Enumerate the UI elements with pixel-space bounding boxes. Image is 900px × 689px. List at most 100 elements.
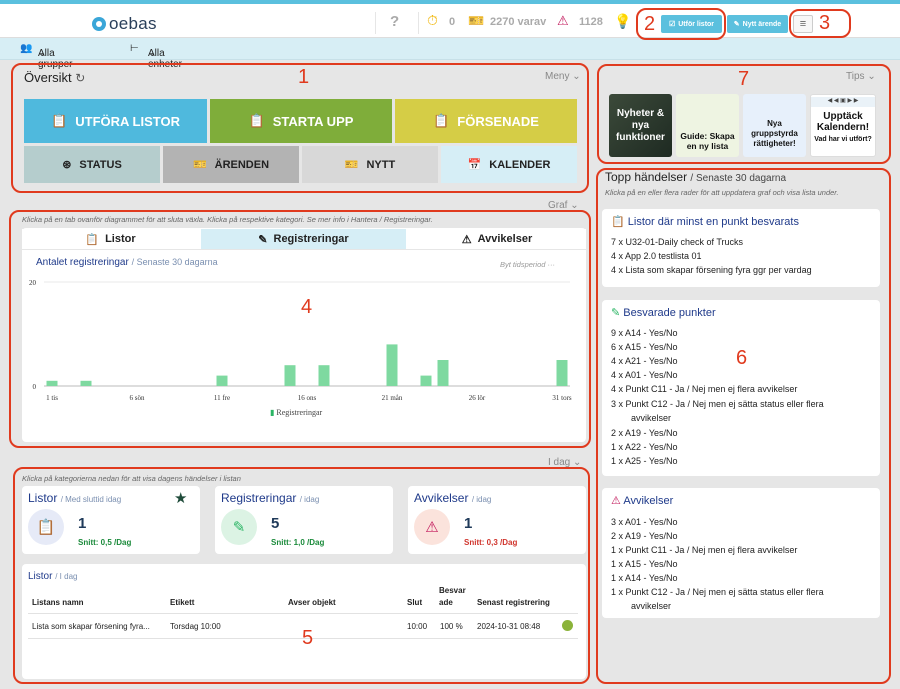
cell-name: Lista som skapar försening fyra... bbox=[32, 622, 150, 631]
card-average: Snitt: 1,0 /Dag bbox=[271, 538, 325, 547]
tile-label: STARTA UPP bbox=[272, 113, 354, 129]
ticket-icon: 🎫 bbox=[344, 159, 359, 171]
lightbulb-icon[interactable]: 💡 bbox=[614, 13, 631, 30]
tab-registreringar[interactable]: ✎ Registreringar bbox=[201, 229, 406, 249]
overview-menu[interactable]: Meny ⌄ bbox=[545, 71, 581, 82]
chart-bar bbox=[46, 380, 58, 386]
header-bar: oebas ? ⏱ 0 🎫 2270 varav ⚠ 1128 💡 ☑ Utför… bbox=[0, 4, 900, 38]
chevron-down-icon: ⌄ bbox=[148, 48, 157, 59]
cell-answered: 100 % bbox=[440, 622, 463, 631]
list-item[interactable]: 1 x A14 - Yes/No bbox=[611, 573, 678, 583]
section-title-text: Besvarade punkter bbox=[623, 307, 716, 319]
tile-new[interactable]: 🎫 NYTT bbox=[302, 146, 438, 183]
col-header-object[interactable]: Avser objekt bbox=[288, 598, 336, 607]
ticket-icon[interactable]: 🎫 bbox=[468, 13, 484, 29]
list-item[interactable]: 3 x Punkt C12 - Ja / Nej men ej sätta st… bbox=[611, 399, 824, 409]
top-section-lists: 📋 Listor där minst en punkt besvarats 7 … bbox=[602, 209, 880, 287]
col-header-name[interactable]: Listans namn bbox=[32, 598, 84, 607]
tile-calendar[interactable]: 📅 KALENDER bbox=[441, 146, 577, 183]
list-item[interactable]: 1 x A15 - Yes/No bbox=[611, 559, 678, 569]
list-item[interactable]: 4 x Punkt C11 - Ja / Nej men ej flera av… bbox=[611, 384, 797, 394]
chart-subtitle: / Senaste 30 dagarna bbox=[131, 257, 218, 267]
list-item[interactable]: 2 x A19 - Yes/No bbox=[611, 428, 678, 438]
cell-end: 10:00 bbox=[407, 622, 428, 631]
tip-card-guide[interactable]: Guide: Skapa en ny lista bbox=[676, 94, 739, 157]
overview-title-text: Översikt bbox=[24, 70, 72, 85]
list-item[interactable]: 1 x Punkt C12 - Ja / Nej men ej sätta st… bbox=[611, 587, 824, 597]
col-header-last-reg[interactable]: Senast registrering bbox=[477, 598, 550, 607]
tile-start-up[interactable]: 📋 STARTA UPP bbox=[210, 99, 392, 143]
list-item[interactable]: 3 x A01 - Yes/No bbox=[611, 517, 678, 527]
top-section-deviations: ⚠ Avvikelser 3 x A01 - Yes/No 2 x A19 - … bbox=[602, 488, 880, 618]
today-card-listor[interactable]: Listor / Med sluttid idag ★ 📋 1 Snitt: 0… bbox=[22, 486, 200, 554]
tile-delayed[interactable]: 📋 FÖRSENADE bbox=[395, 99, 577, 143]
star-icon[interactable]: ★ bbox=[174, 489, 187, 507]
filter-bar: 👥 Alla grupper ⌄ ⊢ Alla enheter ⌄ bbox=[0, 38, 900, 70]
tip-card-permissions[interactable]: Nya gruppstyrda rättigheter! bbox=[743, 94, 806, 157]
top-events-title: Topp händelser / Senaste 30 dagarna bbox=[605, 170, 786, 184]
list-item[interactable]: 4 x App 2.0 testlista 01 bbox=[611, 251, 702, 261]
x-tick-label: 11 fre bbox=[214, 394, 230, 402]
tab-listor[interactable]: 📋 Listor bbox=[22, 229, 199, 249]
list-item[interactable]: 4 x Lista som skapar försening fyra ggr … bbox=[611, 265, 812, 275]
annotation-5: 5 bbox=[302, 627, 314, 649]
tile-cases[interactable]: 🎫 ÄRENDEN bbox=[163, 146, 299, 183]
x-tick-label: 26 lör bbox=[469, 394, 486, 402]
list-item[interactable]: 9 x A14 - Yes/No bbox=[611, 328, 678, 338]
today-card-avvikelser[interactable]: Avvikelser / idag ⚠ 1 Snitt: 0,3 /Dag bbox=[408, 486, 586, 554]
tile-status[interactable]: ⊛ STATUS bbox=[24, 146, 160, 183]
warning-icon[interactable]: ⚠ bbox=[557, 13, 569, 29]
stopwatch-icon[interactable]: ⏱ bbox=[427, 12, 438, 29]
menu-label: Meny bbox=[545, 71, 570, 82]
more-icon: ··· bbox=[547, 260, 556, 269]
y-tick-label: 20 bbox=[29, 279, 37, 287]
legend-label: Registreringar bbox=[276, 408, 323, 417]
card-title: Registreringar / idag bbox=[221, 491, 319, 505]
help-icon[interactable]: ? bbox=[390, 13, 399, 30]
divider bbox=[28, 613, 578, 614]
list-item[interactable]: 1 x A25 - Yes/No bbox=[611, 456, 678, 466]
list-item[interactable]: 1 x A22 - Yes/No bbox=[611, 442, 678, 452]
logo[interactable]: oebas bbox=[92, 14, 157, 34]
section-title[interactable]: ⚠ Avvikelser bbox=[611, 494, 673, 507]
col-header-answered[interactable]: Besvar ade bbox=[439, 585, 466, 609]
chart-legend[interactable]: ▮ Registreringar bbox=[270, 408, 322, 417]
col-header-end[interactable]: Slut bbox=[407, 598, 422, 607]
list-item[interactable]: 1 x Punkt C11 - Ja / Nej men ej flera av… bbox=[611, 545, 797, 555]
card-average: Snitt: 0,3 /Dag bbox=[464, 538, 518, 547]
legend-bar-icon: ▮ bbox=[270, 408, 275, 417]
overview-title: Översikt ↻ bbox=[24, 70, 85, 85]
tile-perform-lists[interactable]: 📋 UTFÖRA LISTOR bbox=[24, 99, 207, 143]
new-case-button[interactable]: ✎ Nytt ärende bbox=[727, 15, 788, 33]
change-period-link[interactable]: Byt tidsperiod ··· bbox=[500, 260, 555, 269]
edit-checklist-icon: ✎ bbox=[221, 509, 257, 545]
col-header-label[interactable]: Etikett bbox=[170, 598, 194, 607]
card-title-text: Avvikelser bbox=[414, 491, 469, 505]
tips-toggle[interactable]: Tips ⌄ bbox=[846, 71, 876, 82]
chevron-down-icon: ⌄ bbox=[572, 71, 581, 82]
list-item[interactable]: 7 x U32-01-Daily check of Trucks bbox=[611, 237, 743, 247]
today-card-registreringar[interactable]: Registreringar / idag ✎ 5 Snitt: 1,0 /Da… bbox=[215, 486, 393, 554]
list-item[interactable]: 6 x A15 - Yes/No bbox=[611, 342, 678, 352]
tile-label: KALENDER bbox=[489, 158, 551, 171]
list-item-continued: avvikelser bbox=[611, 601, 672, 611]
timer-count: 0 bbox=[449, 16, 456, 28]
list-item[interactable]: 4 x A21 - Yes/No bbox=[611, 356, 678, 366]
annotation-7: 7 bbox=[738, 68, 750, 90]
x-tick-label: 6 sön bbox=[130, 394, 145, 402]
calendar-icon: 📅 bbox=[467, 159, 482, 171]
tip-card-news[interactable]: Nyheter & nya funktioner bbox=[609, 94, 672, 157]
refresh-icon[interactable]: ↻ bbox=[75, 71, 85, 85]
tip-card-calendar[interactable]: ◀ ◀ ▣ ▶ ▶ Upptäck Kalendern! Vad har vi … bbox=[810, 94, 876, 157]
tip-text: Guide: Skapa en ny lista bbox=[680, 131, 735, 151]
tab-avvikelser[interactable]: ⚠ Avvikelser bbox=[408, 229, 586, 249]
chevron-down-icon: ⌄ bbox=[38, 48, 47, 59]
group-icon: 👥 bbox=[20, 43, 33, 54]
card-average: Snitt: 0,5 /Dag bbox=[78, 538, 132, 547]
list-item[interactable]: 4 x A01 - Yes/No bbox=[611, 370, 678, 380]
section-title[interactable]: ✎ Besvarade punkter bbox=[611, 306, 716, 319]
new-case-label: Nytt ärende bbox=[742, 20, 782, 28]
graf-hint: Klicka på en tab ovanför diagrammet för … bbox=[22, 215, 433, 224]
section-title[interactable]: 📋 Listor där minst en punkt besvarats bbox=[611, 215, 799, 228]
list-item[interactable]: 2 x A19 - Yes/No bbox=[611, 531, 678, 541]
